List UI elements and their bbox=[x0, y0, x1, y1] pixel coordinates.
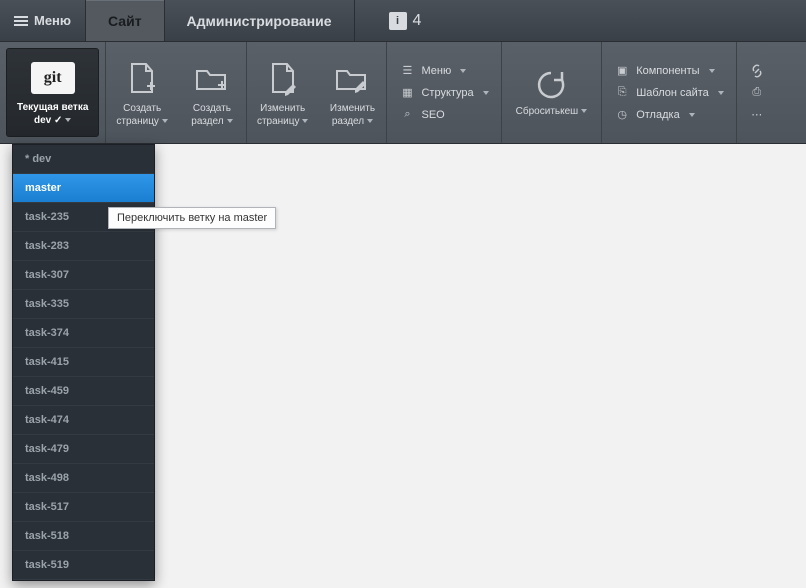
branch-item[interactable]: task-474 bbox=[13, 406, 154, 435]
notification-button[interactable]: i 4 bbox=[375, 0, 436, 41]
components-icon: ▣ bbox=[614, 64, 630, 78]
link-icon bbox=[749, 64, 765, 78]
branch-item[interactable]: task-518 bbox=[13, 522, 154, 551]
chevron-down-icon bbox=[689, 113, 695, 117]
git-label-1: Текущая ветка bbox=[17, 102, 88, 113]
info-icon: i bbox=[389, 12, 407, 30]
tab-admin-label: Администрирование bbox=[187, 13, 332, 29]
git-branch-button[interactable]: git Текущая ветка dev ✓ bbox=[6, 48, 99, 137]
extra-button[interactable]: ⋯ bbox=[749, 106, 765, 124]
template-submenu[interactable]: ⎘ Шаблон сайта bbox=[614, 84, 724, 102]
branch-item[interactable]: task-374 bbox=[13, 319, 154, 348]
structure-menu-group: ☰ Меню ▦ Структура ⌕ SEO bbox=[387, 42, 501, 143]
components-submenu[interactable]: ▣ Компоненты bbox=[614, 62, 724, 80]
toolbar: git Текущая ветка dev ✓ Создатьстраницу … bbox=[0, 42, 806, 144]
edit-section-button[interactable]: Изменитьраздел bbox=[318, 42, 386, 143]
chevron-down-icon bbox=[581, 109, 587, 113]
create-section-button[interactable]: Создатьраздел bbox=[178, 42, 246, 143]
more-icon: ⋯ bbox=[749, 108, 765, 122]
branch-item[interactable]: task-459 bbox=[13, 377, 154, 406]
paste-icon: ⎙ bbox=[749, 86, 765, 100]
clipboard-button[interactable]: ⎙ bbox=[749, 84, 765, 102]
branch-item[interactable]: * dev bbox=[13, 145, 154, 174]
chevron-down-icon bbox=[709, 69, 715, 73]
tab-site[interactable]: Сайт bbox=[86, 0, 164, 41]
branch-item[interactable]: task-283 bbox=[13, 232, 154, 261]
topbar: Меню Сайт Администрирование i 4 bbox=[0, 0, 806, 42]
link-button[interactable] bbox=[749, 62, 765, 80]
clipboard-icon: ⎘ bbox=[614, 86, 630, 100]
menu-submenu[interactable]: ☰ Меню bbox=[399, 62, 488, 80]
create-page-button[interactable]: Создатьстраницу bbox=[106, 42, 178, 143]
branch-item[interactable]: task-519 bbox=[13, 551, 154, 580]
chevron-down-icon bbox=[483, 91, 489, 95]
chevron-down-icon bbox=[302, 119, 308, 123]
branch-item[interactable]: task-415 bbox=[13, 348, 154, 377]
chevron-down-icon bbox=[65, 118, 71, 122]
branch-item[interactable]: task-307 bbox=[13, 261, 154, 290]
page-plus-icon bbox=[128, 59, 156, 99]
folder-edit-icon bbox=[335, 59, 369, 99]
chevron-down-icon bbox=[460, 69, 466, 73]
branch-item[interactable]: task-479 bbox=[13, 435, 154, 464]
folder-plus-icon bbox=[195, 59, 229, 99]
seo-icon: ⌕ bbox=[399, 108, 415, 122]
clock-icon: ◷ bbox=[614, 108, 630, 122]
branch-item[interactable]: task-498 bbox=[13, 464, 154, 493]
dev-menu-group: ▣ Компоненты ⎘ Шаблон сайта ◷ Отладка bbox=[602, 42, 737, 143]
main-menu-label: Меню bbox=[34, 13, 71, 28]
chevron-down-icon bbox=[162, 119, 168, 123]
edit-page-button[interactable]: Изменитьстраницу bbox=[247, 42, 319, 143]
grid-icon: ▦ bbox=[399, 86, 415, 100]
branch-item[interactable]: task-335 bbox=[13, 290, 154, 319]
tab-admin[interactable]: Администрирование bbox=[165, 0, 354, 41]
structure-submenu[interactable]: ▦ Структура bbox=[399, 84, 488, 102]
notification-count: 4 bbox=[413, 12, 422, 30]
tooltip: Переключить ветку на master bbox=[108, 207, 276, 229]
git-icon: git bbox=[31, 62, 75, 94]
branch-item[interactable]: task-517 bbox=[13, 493, 154, 522]
git-label-2: dev ✓ bbox=[34, 115, 62, 126]
chevron-down-icon bbox=[718, 91, 724, 95]
branch-item[interactable]: master bbox=[13, 174, 154, 203]
page-edit-icon bbox=[269, 59, 297, 99]
link-group: ⎙ ⋯ bbox=[737, 42, 769, 143]
chevron-down-icon bbox=[367, 119, 373, 123]
main-menu-button[interactable]: Меню bbox=[0, 0, 85, 41]
hamburger-icon bbox=[14, 16, 28, 26]
refresh-icon bbox=[534, 68, 568, 102]
clear-cache-button[interactable]: Сброситькеш bbox=[502, 42, 603, 143]
tab-site-label: Сайт bbox=[108, 13, 142, 29]
chevron-down-icon bbox=[227, 119, 233, 123]
debug-submenu[interactable]: ◷ Отладка bbox=[614, 106, 724, 124]
list-icon: ☰ bbox=[399, 64, 415, 78]
seo-submenu[interactable]: ⌕ SEO bbox=[399, 106, 488, 124]
